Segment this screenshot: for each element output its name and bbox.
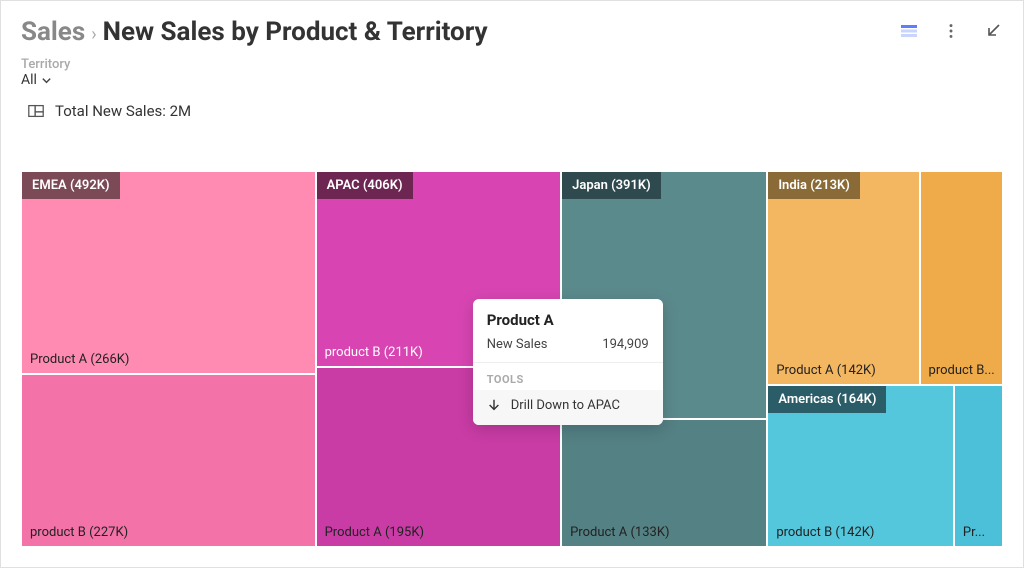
cell-label: product B (142K)	[776, 525, 949, 540]
table-view-icon[interactable]	[899, 21, 919, 41]
group-badge-india: India (213K)	[768, 172, 860, 199]
cell-label: product B...	[929, 363, 998, 378]
chevron-down-icon	[41, 75, 52, 86]
total-text: Total New Sales: 2M	[55, 102, 191, 120]
treemap-cell-india-b[interactable]: product B...	[920, 171, 1003, 385]
group-badge-americas: Americas (164K)	[768, 386, 886, 413]
drill-down-label: Drill Down to APAC	[511, 398, 620, 413]
more-menu-icon[interactable]	[941, 21, 961, 41]
treemap-cell-emea-b[interactable]: product B (227K)	[21, 374, 316, 547]
filter-label: Territory	[21, 57, 1003, 72]
header: Sales › New Sales by Product & Territory	[21, 17, 1003, 47]
breadcrumb-root[interactable]: Sales	[21, 17, 85, 47]
cell-label: Product A (133K)	[570, 525, 762, 540]
group-badge-japan: Japan (391K)	[562, 172, 661, 199]
tooltip-metric-row: New Sales 194,909	[473, 333, 663, 362]
filter-row: Territory All	[21, 57, 1003, 88]
dashboard-card: Sales › New Sales by Product & Territory…	[0, 0, 1024, 568]
tooltip-title: Product A	[473, 299, 663, 333]
tooltip-metric-label: New Sales	[487, 337, 548, 352]
cell-label: Product A (142K)	[776, 363, 914, 378]
group-badge-emea: EMEA (492K)	[22, 172, 120, 199]
chevron-right-icon: ›	[91, 24, 96, 45]
arrow-down-icon	[487, 398, 501, 412]
treemap-cell-emea-a[interactable]: EMEA (492K) Product A (266K)	[21, 171, 316, 374]
treemap-cell-japan-a[interactable]: Product A (133K)	[561, 419, 767, 547]
tooltip-metric-value: 194,909	[602, 337, 648, 352]
treemap-cell-americas-b[interactable]: Americas (164K) product B (142K)	[767, 385, 954, 547]
cell-label: Product A (266K)	[30, 352, 311, 367]
header-actions	[899, 17, 1003, 41]
filter-dropdown[interactable]: All	[21, 72, 1003, 88]
treemap-icon	[27, 102, 45, 120]
treemap-chart: EMEA (492K) Product A (266K) product B (…	[21, 171, 1003, 547]
title-block: Sales › New Sales by Product & Territory	[21, 17, 488, 47]
collapse-icon[interactable]	[983, 21, 1003, 41]
total-row: Total New Sales: 2M	[21, 102, 1003, 120]
cell-label: product B (227K)	[30, 525, 311, 540]
treemap-cell-india-a[interactable]: India (213K) Product A (142K)	[767, 171, 919, 385]
tooltip: Product A New Sales 194,909 TOOLS Drill …	[473, 299, 663, 425]
treemap-cell-americas-a[interactable]: Pr...	[954, 385, 1003, 547]
page-title: New Sales by Product & Territory	[103, 17, 488, 47]
tooltip-tools-label: TOOLS	[473, 363, 663, 390]
drill-down-button[interactable]: Drill Down to APAC	[473, 390, 663, 425]
cell-label: Product A (195K)	[325, 525, 557, 540]
cell-label: Pr...	[963, 525, 998, 540]
filter-value-text: All	[21, 72, 37, 88]
group-badge-apac: APAC (406K)	[317, 172, 413, 199]
